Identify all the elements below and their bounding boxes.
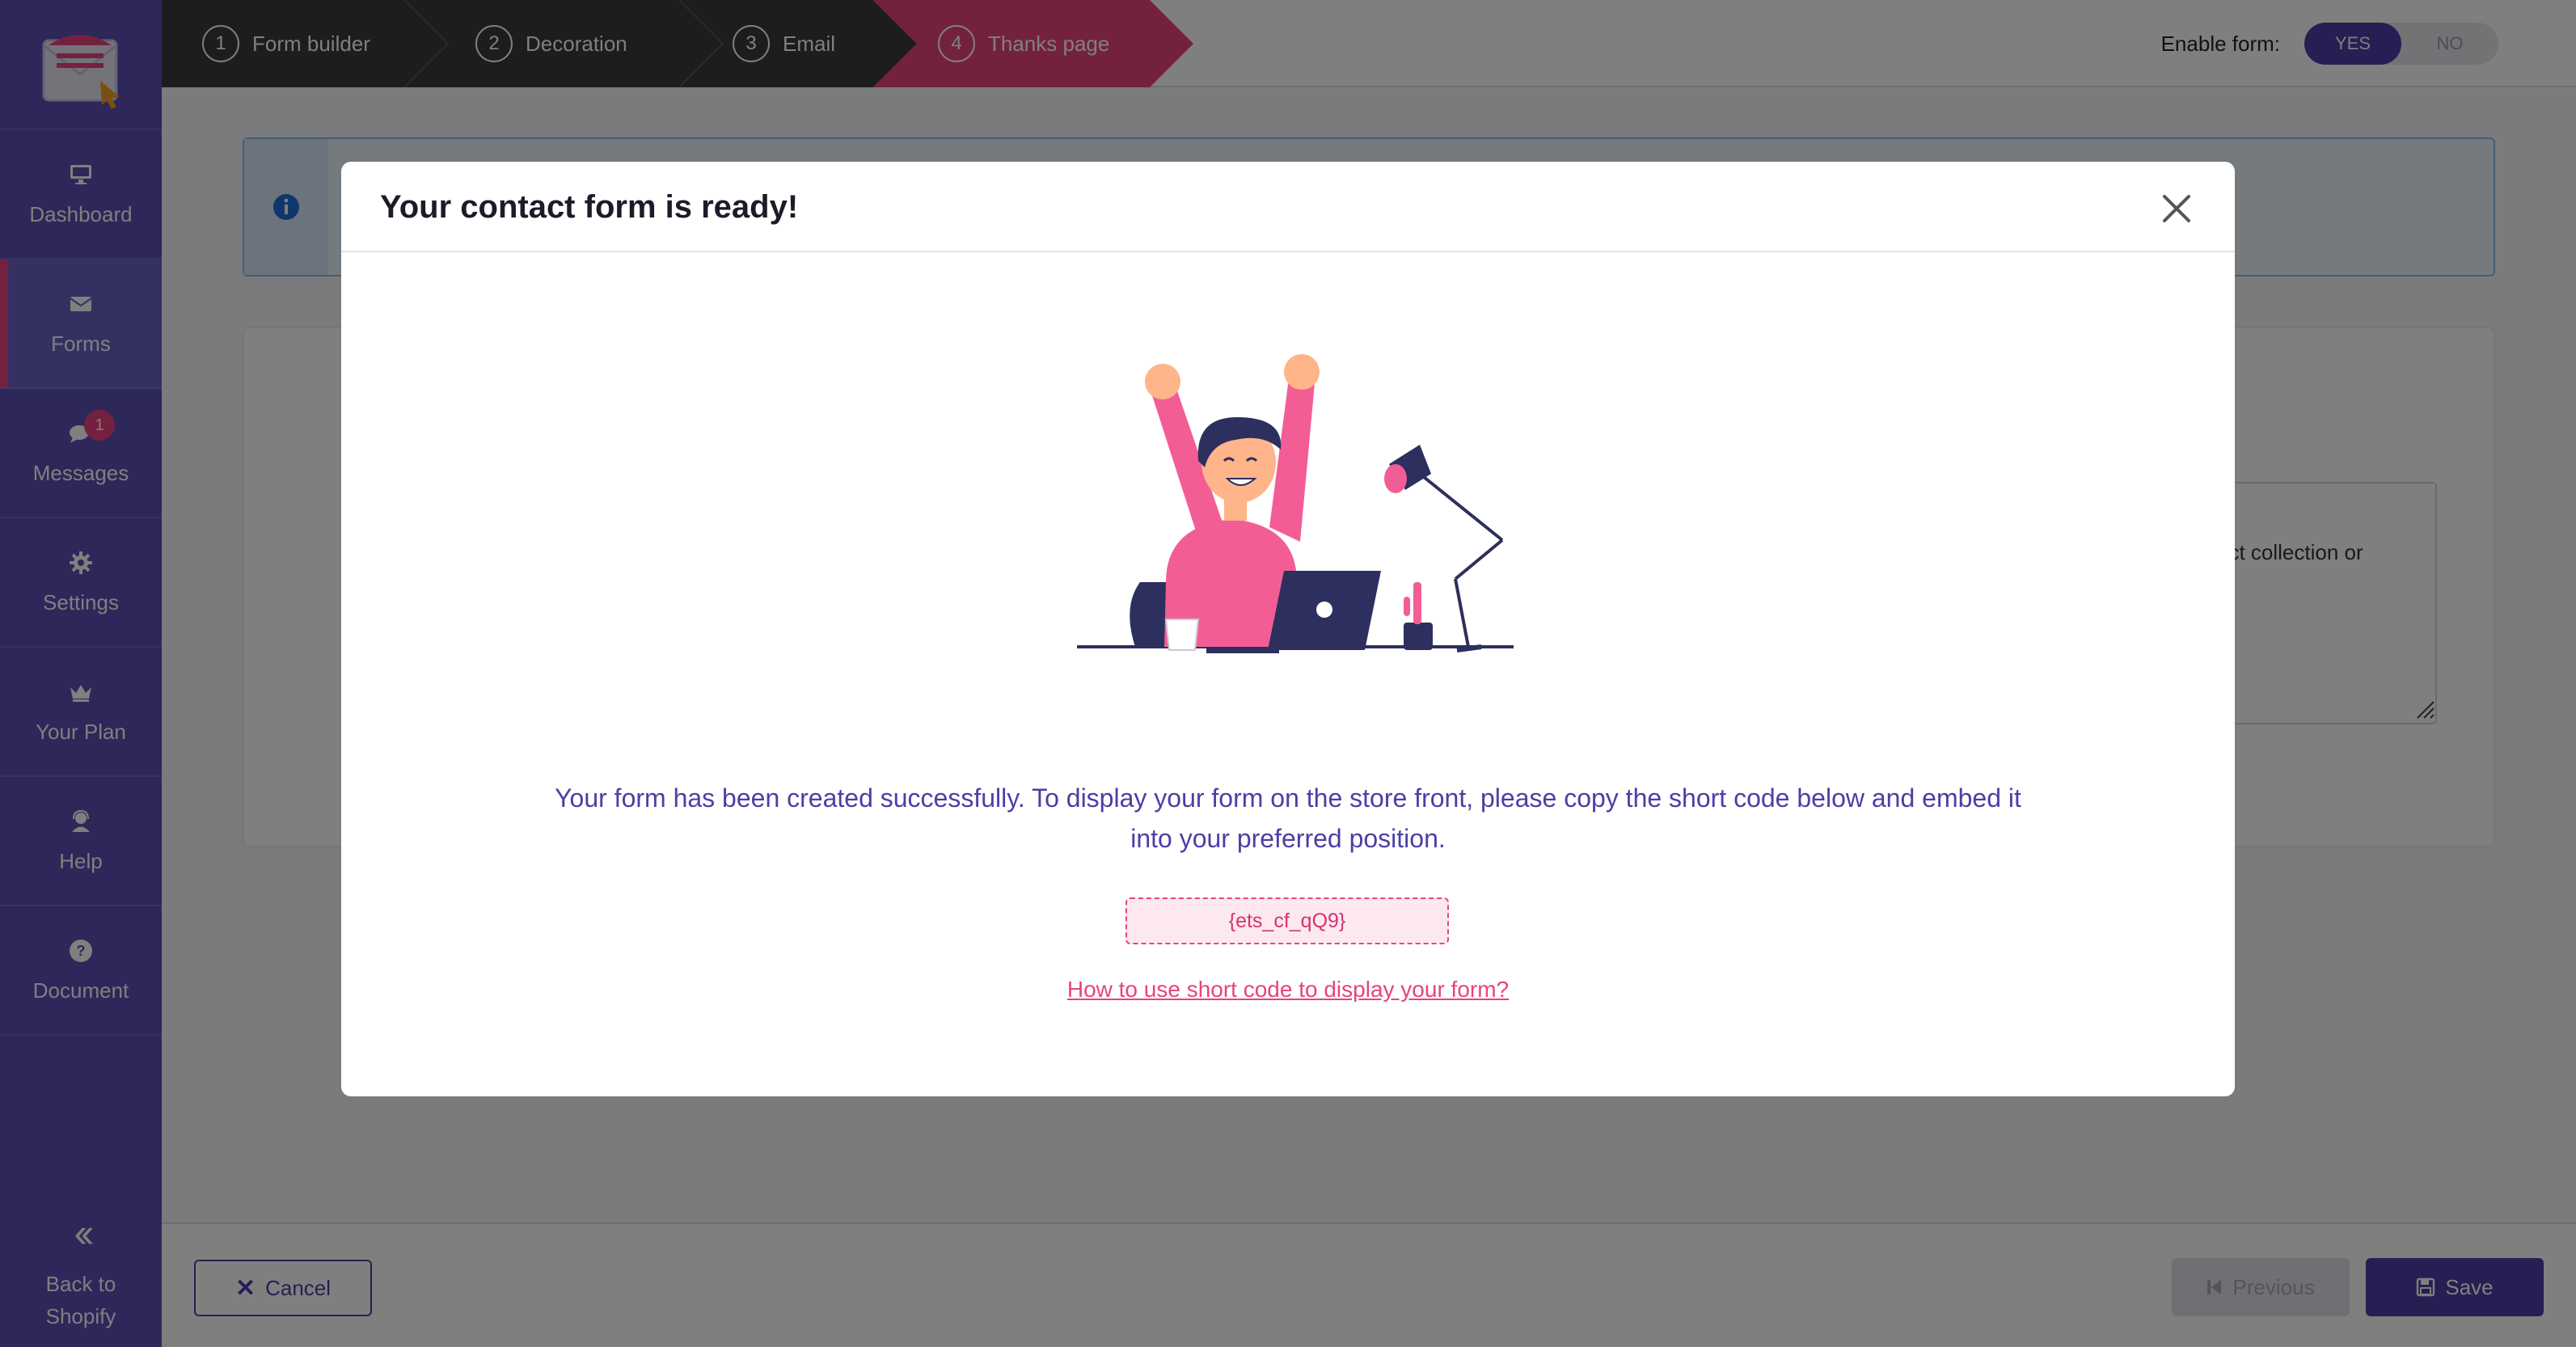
shortcode-help-link[interactable]: How to use short code to display your fo…: [341, 977, 2235, 1003]
dialog-close-button[interactable]: [2157, 189, 2196, 228]
close-icon: [2163, 195, 2190, 222]
celebration-illustration: [1077, 354, 1514, 653]
dialog-title: Your contact form is ready!: [380, 189, 799, 225]
dialog-header: Your contact form is ready!: [341, 162, 2235, 252]
success-message: Your form has been created successfully.…: [555, 783, 2021, 853]
form-ready-dialog: Your contact form is ready! Your form ha…: [341, 162, 2235, 1096]
shortcode-box[interactable]: {ets_cf_qQ9}: [1125, 897, 1449, 944]
